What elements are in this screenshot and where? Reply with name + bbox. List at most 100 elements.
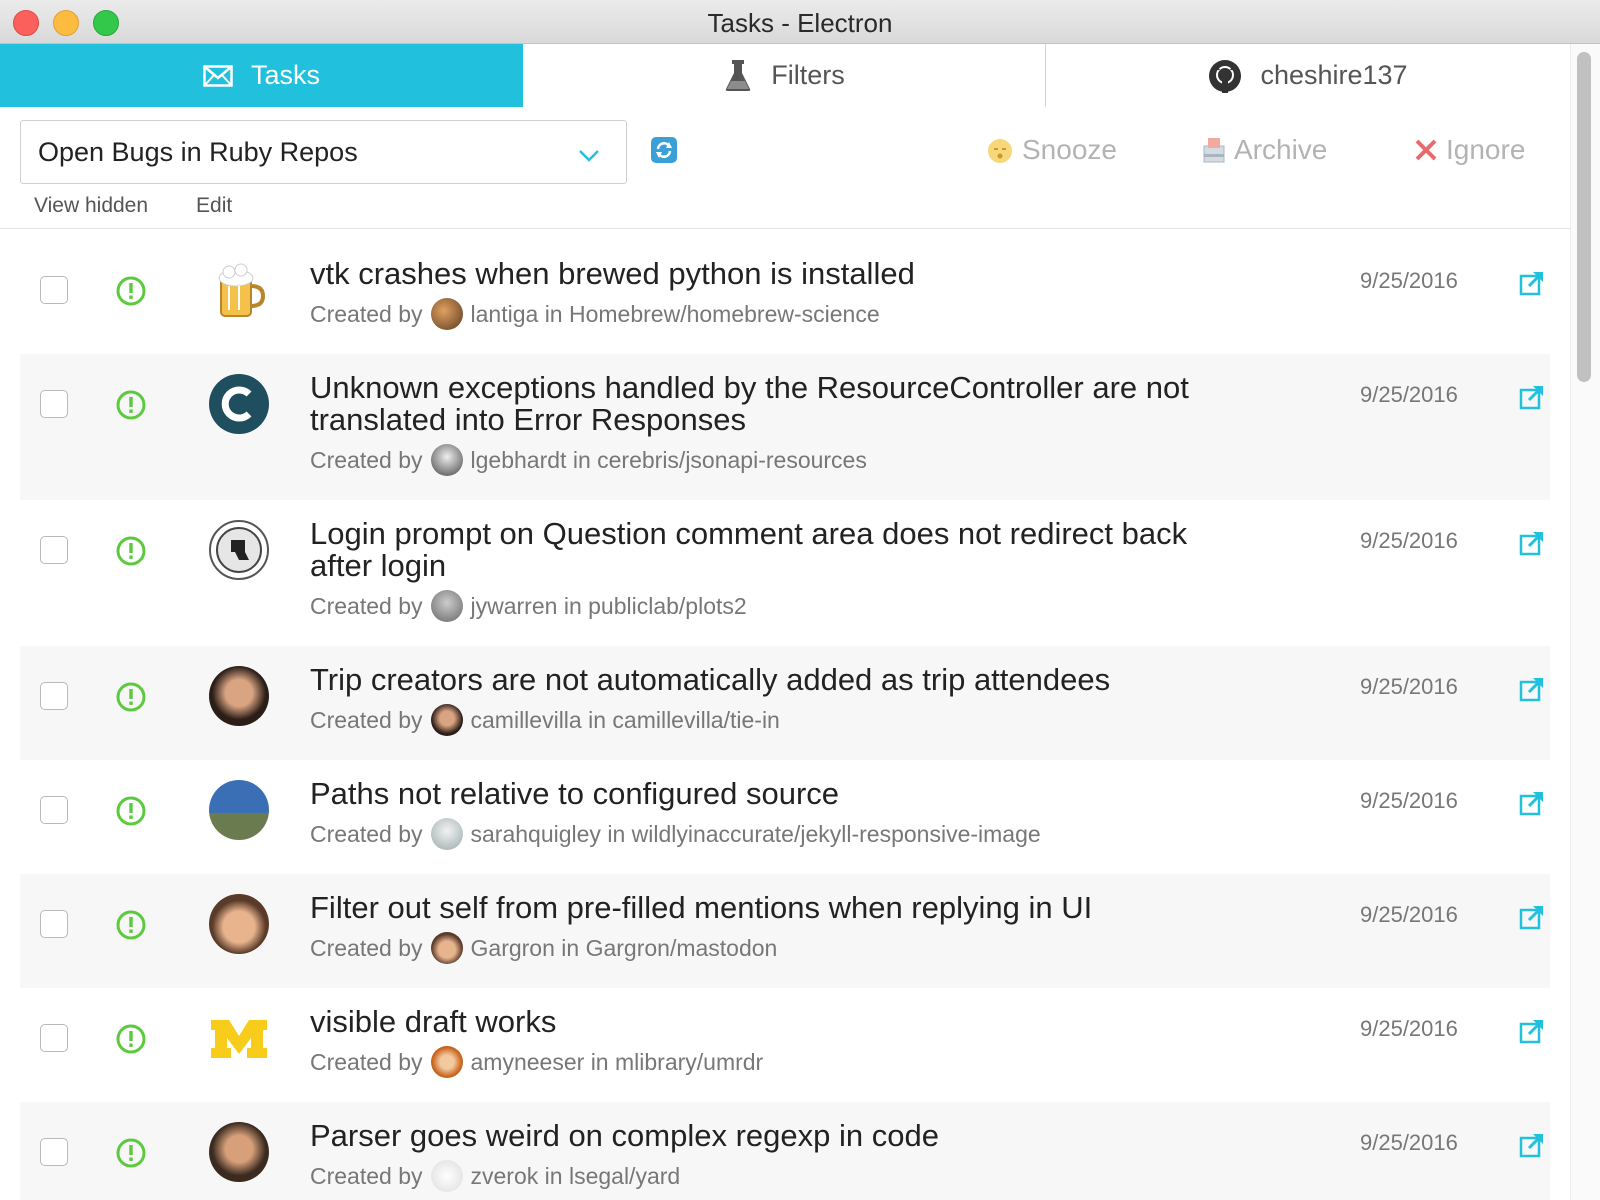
tab-filters-label: Filters (771, 60, 845, 90)
task-checkbox[interactable] (40, 390, 68, 418)
task-repo[interactable]: publiclab/plots2 (588, 593, 747, 620)
task-user[interactable]: lantiga (471, 301, 539, 328)
task-title[interactable]: visible draft works (310, 1006, 1240, 1038)
person-avatar (209, 666, 269, 726)
task-title[interactable]: Filter out self from pre-filled mentions… (310, 892, 1240, 924)
title-bar: Tasks - Electron (0, 0, 1600, 44)
tab-tasks[interactable]: Tasks (0, 44, 523, 107)
window-title: Tasks - Electron (707, 8, 893, 38)
task-row[interactable]: Filter out self from pre-filled mentions… (20, 874, 1550, 988)
user-avatar (430, 1160, 463, 1192)
in-label: in (563, 592, 582, 619)
user-avatar (430, 1046, 463, 1078)
external-link-icon[interactable] (1519, 904, 1545, 930)
user-avatar (430, 590, 463, 622)
tab-account-label: cheshire137 (1260, 60, 1408, 90)
task-date: 9/25/2016 (1360, 902, 1458, 927)
open-issue-icon (116, 390, 146, 420)
user-avatar (430, 444, 463, 476)
task-title[interactable]: Parser goes weird on complex regexp in c… (310, 1120, 1240, 1152)
task-checkbox[interactable] (40, 682, 68, 710)
view-hidden-link[interactable]: View hidden (34, 194, 148, 218)
task-repo[interactable]: lsegal/yard (569, 1163, 680, 1190)
task-row[interactable]: Parser goes weird on complex regexp in c… (20, 1102, 1550, 1200)
task-row[interactable]: vtk crashes when brewed python is instal… (20, 240, 1550, 354)
open-issue-icon (116, 536, 146, 566)
task-user[interactable]: sarahquigley (471, 821, 601, 848)
archive-button[interactable]: Archive (1202, 134, 1327, 166)
external-link-icon[interactable] (1519, 384, 1545, 410)
external-link-icon[interactable] (1519, 1018, 1545, 1044)
task-user[interactable]: lgebhardt (471, 447, 567, 474)
flask-icon (723, 59, 753, 92)
task-date: 9/25/2016 (1360, 788, 1458, 813)
user-avatar (430, 298, 463, 330)
external-link-icon[interactable] (1519, 676, 1545, 702)
ignore-button[interactable]: Ignore (1414, 134, 1525, 166)
task-row[interactable]: Unknown exceptions handled by the Resour… (20, 354, 1550, 500)
github-icon (1208, 59, 1242, 93)
task-user[interactable]: Gargron (471, 935, 555, 962)
task-meta: Created by lantiga in Homebrew/homebrew-… (310, 298, 880, 330)
task-checkbox[interactable] (40, 536, 68, 564)
task-meta: Created by lgebhardt in cerebris/jsonapi… (310, 444, 867, 476)
archive-box-icon (1202, 136, 1226, 164)
created-by-label: Created by (310, 300, 423, 327)
snooze-label: Snooze (1022, 134, 1117, 165)
task-repo[interactable]: Homebrew/homebrew-science (569, 301, 880, 328)
user-avatar (430, 704, 463, 736)
task-title[interactable]: Login prompt on Question comment area do… (310, 518, 1240, 582)
task-title[interactable]: Unknown exceptions handled by the Resour… (310, 372, 1240, 436)
archive-label: Archive (1234, 134, 1328, 165)
filter-select[interactable]: Open Bugs in Ruby Repos (20, 120, 627, 184)
tab-tasks-label: Tasks (250, 60, 321, 90)
task-repo[interactable]: cerebris/jsonapi-resources (597, 447, 867, 474)
snooze-button[interactable]: Snooze (986, 134, 1117, 166)
edit-filter-link[interactable]: Edit (196, 194, 232, 218)
task-repo[interactable]: camillevilla/tie-in (612, 707, 779, 734)
created-by-label: Created by (310, 592, 423, 619)
external-link-icon[interactable] (1519, 270, 1545, 296)
person-avatar (209, 780, 269, 840)
task-row[interactable]: visible draft works Created by amyneeser… (20, 988, 1550, 1102)
task-row[interactable]: Trip creators are not automatically adde… (20, 646, 1550, 760)
created-by-label: Created by (310, 1048, 423, 1075)
scrollbar-thumb[interactable] (1577, 52, 1591, 382)
task-title[interactable]: Paths not relative to configured source (310, 778, 1240, 810)
envelope-icon (203, 64, 233, 87)
task-checkbox[interactable] (40, 1138, 68, 1166)
tab-filters[interactable]: Filters (523, 44, 1046, 107)
task-row[interactable]: Login prompt on Question comment area do… (20, 500, 1550, 646)
task-repo[interactable]: mlibrary/umrdr (615, 1049, 763, 1076)
task-meta: Created by amyneeser in mlibrary/umrdr (310, 1046, 763, 1078)
task-checkbox[interactable] (40, 910, 68, 938)
task-repo[interactable]: Gargron/mastodon (586, 935, 778, 962)
task-date: 9/25/2016 (1360, 1016, 1458, 1041)
external-link-icon[interactable] (1519, 530, 1545, 556)
in-label: in (590, 1048, 609, 1075)
task-row[interactable]: Paths not relative to configured source … (20, 760, 1550, 874)
task-title[interactable]: Trip creators are not automatically adde… (310, 664, 1240, 696)
task-user[interactable]: amyneeser (471, 1049, 585, 1076)
refresh-button[interactable] (650, 136, 678, 164)
ignore-label: Ignore (1446, 134, 1526, 165)
task-user[interactable]: camillevilla (471, 707, 582, 734)
external-link-icon[interactable] (1519, 790, 1545, 816)
task-title[interactable]: vtk crashes when brewed python is instal… (310, 258, 1240, 290)
open-issue-icon (116, 796, 146, 826)
task-checkbox[interactable] (40, 276, 68, 304)
in-label: in (588, 706, 607, 733)
external-link-icon[interactable] (1519, 1132, 1545, 1158)
cerebris-c-logo (209, 374, 269, 434)
task-checkbox[interactable] (40, 796, 68, 824)
homebrew-beer-icon (209, 260, 269, 320)
user-avatar (430, 932, 463, 964)
task-repo[interactable]: wildlyinaccurate/jekyll-responsive-image (632, 821, 1041, 848)
task-user[interactable]: zverok (471, 1163, 539, 1190)
tab-account[interactable]: cheshire137 (1046, 44, 1570, 107)
task-checkbox[interactable] (40, 1024, 68, 1052)
in-label: in (607, 820, 626, 847)
task-user[interactable]: jywarren (471, 593, 558, 620)
open-issue-icon (116, 1138, 146, 1168)
michigan-m-logo (209, 1008, 269, 1068)
